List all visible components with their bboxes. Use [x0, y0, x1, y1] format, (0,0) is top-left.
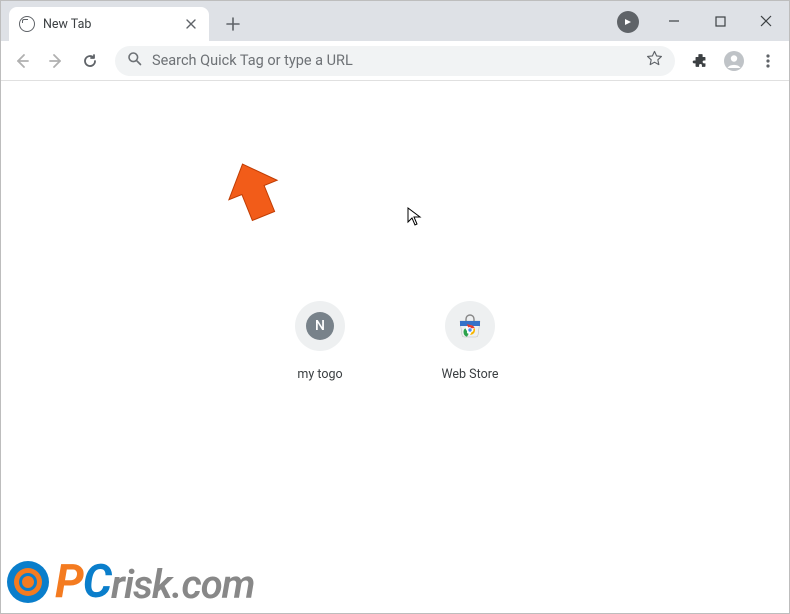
- maximize-button[interactable]: [697, 1, 743, 41]
- letter-avatar-icon: N: [306, 312, 334, 340]
- back-button[interactable]: [7, 46, 37, 76]
- shortcuts-row: N my togo: [275, 301, 515, 382]
- window-close-button[interactable]: [743, 1, 789, 41]
- webstore-icon: [456, 312, 484, 340]
- minimize-button[interactable]: [651, 1, 697, 41]
- shortcut-label: Web Store: [442, 367, 499, 382]
- tab-title: New Tab: [43, 17, 175, 32]
- shortcut-my-togo[interactable]: N my togo: [275, 301, 365, 382]
- watermark-rest: risk.com: [111, 561, 254, 608]
- window-controls: [651, 1, 789, 41]
- forward-button[interactable]: [41, 46, 71, 76]
- close-tab-button[interactable]: [183, 16, 199, 32]
- search-icon: [127, 51, 142, 70]
- menu-button[interactable]: [753, 46, 783, 76]
- shortcut-web-store[interactable]: Web Store: [425, 301, 515, 382]
- reload-button[interactable]: [75, 46, 105, 76]
- address-input[interactable]: [152, 52, 636, 69]
- bookmark-star-icon[interactable]: [646, 50, 663, 71]
- omnibox[interactable]: [115, 46, 675, 76]
- watermark-logo-icon: [7, 561, 49, 603]
- mouse-cursor-icon: [407, 207, 423, 231]
- watermark-letter: P: [55, 555, 83, 609]
- new-tab-page: N my togo: [1, 81, 789, 613]
- shortcut-label: my togo: [297, 367, 342, 382]
- globe-icon: [19, 16, 35, 32]
- profile-button[interactable]: [719, 46, 749, 76]
- new-tab-button[interactable]: [219, 10, 247, 38]
- tab-strip: New Tab: [1, 1, 789, 41]
- browser-tab[interactable]: New Tab: [9, 7, 209, 41]
- extensions-button[interactable]: [685, 46, 715, 76]
- toolbar: [1, 41, 789, 81]
- watermark-letter: C: [83, 555, 111, 609]
- shortcut-tile-icon: N: [295, 301, 345, 351]
- media-control-button[interactable]: [617, 11, 639, 33]
- annotation-arrow-icon: [223, 160, 283, 228]
- browser-window: New Tab: [0, 0, 790, 614]
- shortcut-tile-icon: [445, 301, 495, 351]
- pcrisk-watermark: P C risk.com: [7, 555, 254, 609]
